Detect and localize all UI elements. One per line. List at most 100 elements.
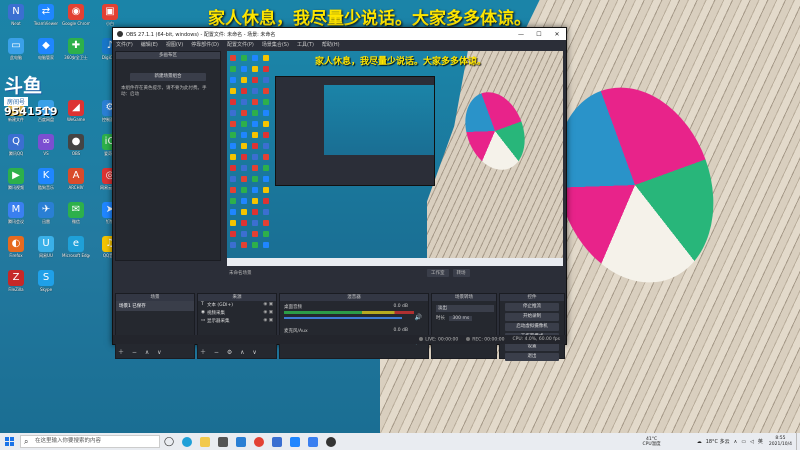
obs-menu-item[interactable]: 文件(F) — [116, 41, 133, 48]
control-button[interactable]: 设置 — [505, 343, 559, 351]
preview-taskbar — [227, 258, 563, 266]
desktop-icon[interactable]: ● OBS — [62, 134, 90, 156]
douyu-room-badge: 斗鱼 房间号 9541519 — [4, 76, 68, 126]
preview-desktop-icon — [241, 176, 247, 182]
desktop-icon[interactable]: N Neat — [2, 4, 30, 26]
ime-indicator[interactable]: 英 — [758, 438, 763, 445]
control-button[interactable]: 停止推流 — [505, 303, 559, 311]
app-icon: Z — [8, 270, 24, 286]
taskbar-app-kugou[interactable] — [286, 433, 304, 450]
studio-mode-button[interactable]: 工作室 — [427, 269, 449, 277]
taskbar-clock[interactable]: 8:55 2021/10/4 — [769, 436, 792, 447]
live-indicator: LIVE: 00:00:00 — [419, 336, 458, 343]
weather-text[interactable]: 18°C 多云 — [706, 438, 730, 445]
scene-list-item[interactable]: 场景1 已保存 — [116, 301, 194, 311]
desktop-icon[interactable]: ◆ 电脑管家 — [32, 38, 60, 60]
preview-desktop-icon — [263, 99, 269, 105]
preview-desktop-icon — [252, 55, 258, 61]
preview-desktop-icon — [230, 242, 236, 248]
obs-menu-item[interactable]: 场景集合(S) — [262, 41, 289, 48]
app-icon: U — [38, 236, 54, 252]
obs-menu-item[interactable]: 工具(T) — [297, 41, 314, 48]
taskbar-app-qq[interactable] — [268, 433, 286, 450]
taskbar-app-edge[interactable] — [178, 433, 196, 450]
obs-preview-canvas[interactable]: 家人休息，我尽量少说话。大家多多体谅。 — [227, 51, 563, 266]
live-label: LIVE: — [425, 337, 437, 343]
rec-dot-icon — [466, 336, 471, 341]
preview-desktop-icon — [241, 121, 247, 127]
taskbar-search-box[interactable]: 在这里输入你要搜索的内容 — [20, 435, 160, 448]
close-icon[interactable]: ✕ — [548, 31, 566, 38]
show-desktop-button[interactable] — [796, 433, 800, 450]
obs-menu-item[interactable]: 帮助(H) — [322, 41, 340, 48]
taskbar-app-mail[interactable] — [232, 433, 250, 450]
control-button[interactable]: 启动虚拟摄像机 — [505, 323, 559, 331]
taskbar-app-chrome[interactable] — [250, 433, 268, 450]
desktop-icon[interactable]: S Skype — [32, 270, 60, 292]
volume-icon[interactable]: ◁ — [750, 439, 754, 445]
weather-cloud-icon[interactable]: ☁ — [697, 439, 702, 445]
desktop-icon[interactable]: A ARCHIV — [62, 168, 90, 190]
new-scene-collection-button[interactable]: 新建场景组合 — [130, 73, 206, 81]
desktop-icon[interactable]: U 网易UU — [32, 236, 60, 258]
source-list-item[interactable]: ◉ 视频采集 ◉ ▣ — [198, 309, 276, 317]
eye-lock-icon[interactable]: ◉ ▣ — [263, 302, 273, 308]
tray-chevron-up-icon[interactable]: ∧ — [734, 439, 738, 445]
app-icon: ◢ — [68, 100, 84, 116]
preview-desktop-icon — [263, 132, 269, 138]
taskbar-app-store[interactable] — [214, 433, 232, 450]
desktop-icon[interactable]: ⇄ TeamViewer — [32, 4, 60, 26]
obs-menu-item[interactable]: 视图(V) — [166, 41, 183, 48]
eye-lock-icon[interactable]: ◉ ▣ — [263, 318, 273, 324]
volume-slider[interactable] — [284, 317, 402, 319]
cpu-temp-widget[interactable]: 41°C CPU温度 — [643, 437, 661, 447]
transition-select[interactable]: 淡出 — [436, 305, 494, 312]
desktop-icon[interactable]: ∞ VS — [32, 134, 60, 156]
obs-menu-item[interactable]: 停靠部件(D) — [191, 41, 219, 48]
desktop-icon[interactable]: ▭ 此电脑 — [2, 38, 30, 60]
desktop-icon[interactable]: Q 腾讯QQ — [2, 134, 30, 156]
taskbar-app-obs[interactable] — [322, 433, 340, 450]
desktop-icon[interactable]: Z FileZilla — [2, 270, 30, 292]
desktop-icon[interactable]: ✉ 微信 — [62, 202, 90, 224]
taskbar-app-explorer[interactable] — [196, 433, 214, 450]
volume-meter — [284, 311, 414, 314]
app-icon: ◉ — [68, 4, 84, 20]
desktop-icon[interactable]: M 腾讯会议 — [2, 202, 30, 224]
task-view-icon[interactable]: ◯ — [160, 433, 178, 450]
network-icon[interactable]: ▭ — [741, 439, 746, 445]
speaker-icon[interactable]: 🔊 — [415, 314, 422, 321]
desktop-icon[interactable]: ✈ 迅雷 — [32, 202, 60, 224]
duration-input[interactable]: 300 ms — [449, 316, 473, 321]
desktop-icon[interactable]: ✚ 360安全卫士 — [62, 38, 90, 60]
obs-titlebar[interactable]: OBS 27.1.1 (64-bit, windows) - 配置文件: 未命名… — [113, 28, 566, 40]
desktop-icon[interactable]: K 酷狗音乐 — [32, 168, 60, 190]
control-button[interactable]: 退出 — [505, 353, 559, 361]
obs-window[interactable]: OBS 27.1.1 (64-bit, windows) - 配置文件: 未命名… — [112, 27, 567, 361]
desktop-icon[interactable]: ▶ 腾讯视频 — [2, 168, 30, 190]
source-list-item[interactable]: T 文本 (GDI+) ◉ ▣ — [198, 301, 276, 309]
system-tray: ☁ 18°C 多云 ∧ ▭ ◁ 英 — [697, 438, 763, 446]
sources-dock-header: 来源 — [198, 294, 276, 301]
taskbar-app-settings[interactable] — [304, 433, 322, 450]
preview-status-row: 未命名场景 工作室 转场 — [227, 268, 563, 278]
desktop-icon[interactable]: ▣ 小白 — [96, 4, 124, 26]
sources-dock-toolbar[interactable]: ＋ − ⚙ ∧ ∨ — [200, 347, 260, 356]
desktop-icon[interactable]: ◐ Firefox — [2, 236, 30, 258]
preview-desktop-icon — [241, 132, 247, 138]
stream-banner-text: 家人休息，我尽量少说话。大家多多体谅。 — [208, 9, 531, 29]
control-button[interactable]: 开始录制 — [505, 313, 559, 321]
desktop-icon-label: 酷狗音乐 — [38, 185, 54, 190]
desktop-icon[interactable]: e Microsoft Edge — [62, 236, 90, 258]
maximize-icon[interactable]: ☐ — [530, 31, 548, 38]
start-button[interactable] — [0, 433, 18, 450]
obs-menu-item[interactable]: 编辑(E) — [141, 41, 158, 48]
eye-lock-icon[interactable]: ◉ ▣ — [263, 310, 273, 316]
desktop-icon[interactable]: ◉ Google Chrome — [62, 4, 90, 26]
obs-menu-item[interactable]: 配置文件(P) — [227, 41, 254, 48]
app-icon: ◆ — [38, 38, 54, 54]
transition-button[interactable]: 转场 — [452, 269, 470, 277]
source-list-item[interactable]: ▭ 显示器采集 ◉ ▣ — [198, 317, 276, 325]
scenes-dock-toolbar[interactable]: ＋ − ∧ ∨ — [118, 347, 165, 356]
minimize-icon[interactable]: — — [512, 31, 530, 38]
